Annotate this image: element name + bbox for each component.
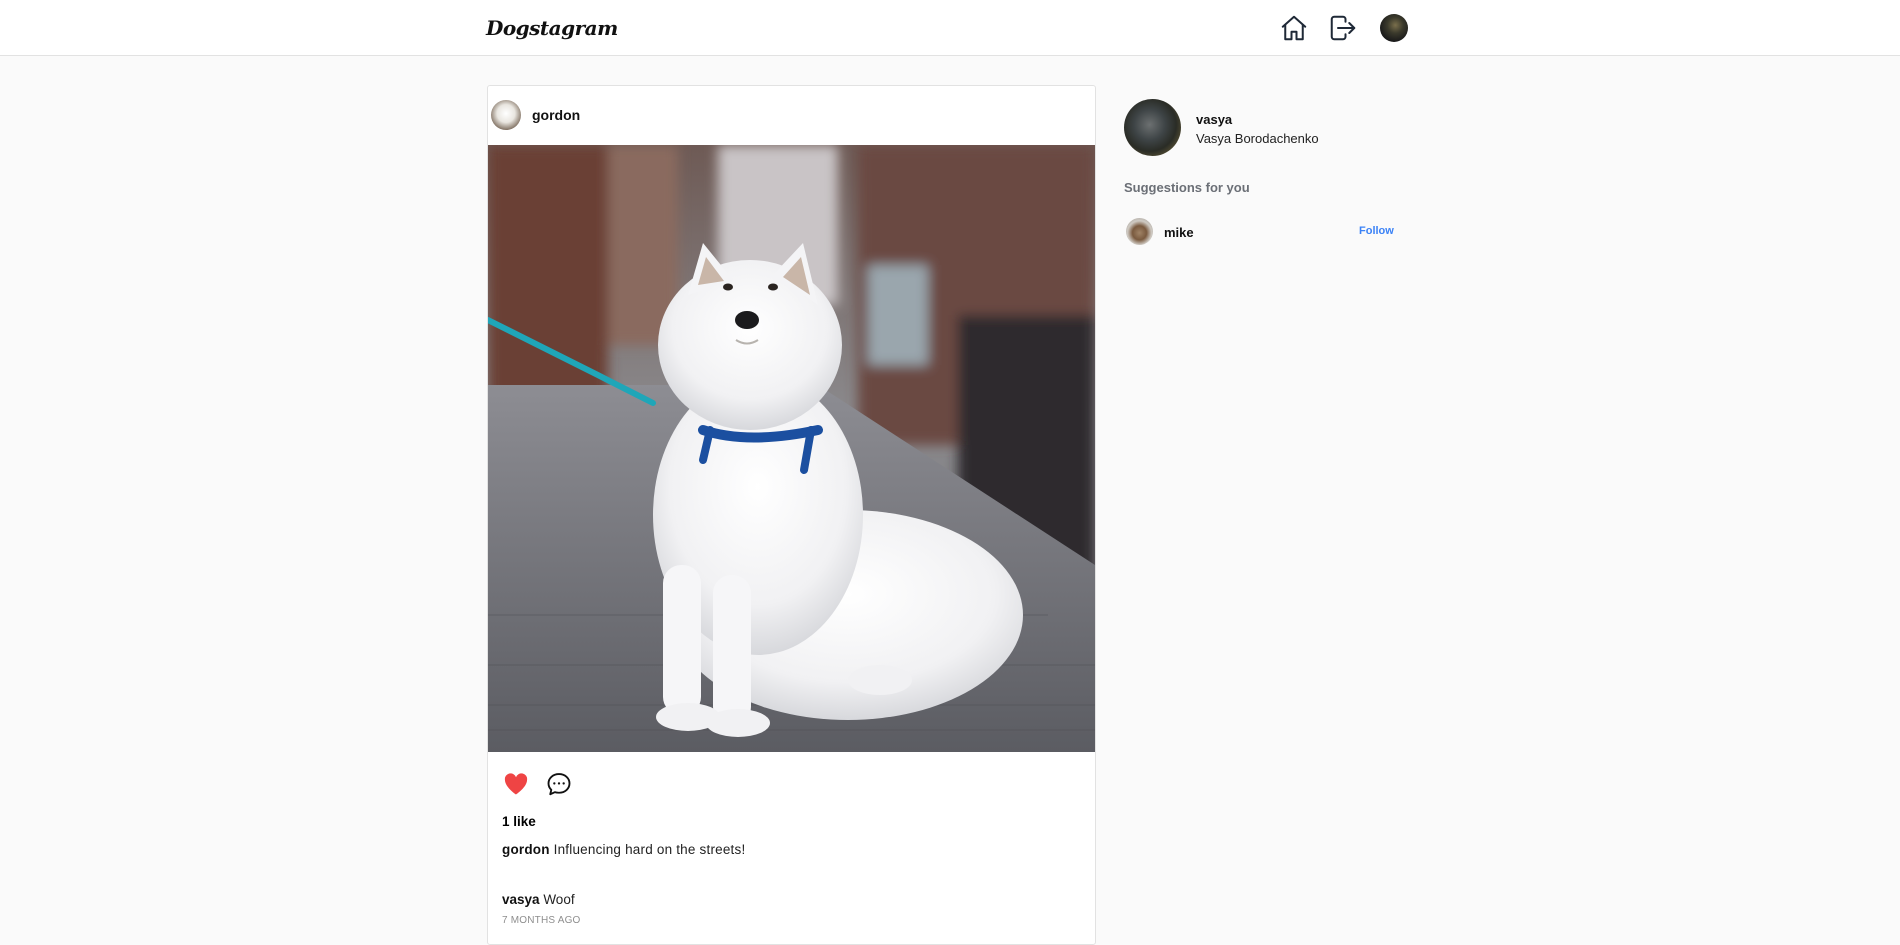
comment-text: Woof xyxy=(543,892,575,907)
suggestion-username[interactable]: mike xyxy=(1164,225,1194,240)
comment: vasya Woof xyxy=(502,892,575,907)
profile-fullname: Vasya Borodachenko xyxy=(1196,131,1319,146)
post-caption: gordon Influencing hard on the streets! xyxy=(502,842,745,857)
caption-username[interactable]: gordon xyxy=(502,842,550,857)
post-author-avatar[interactable] xyxy=(491,100,521,130)
profile-avatar[interactable] xyxy=(1124,99,1181,156)
logout-icon[interactable] xyxy=(1328,13,1358,43)
post-photo[interactable] xyxy=(488,145,1095,752)
suggestions-title: Suggestions for you xyxy=(1124,180,1250,195)
follow-button[interactable]: Follow xyxy=(1359,225,1394,237)
comment-icon[interactable] xyxy=(545,770,573,798)
post-card: gordon 1 like gordon Influencing hard on… xyxy=(487,85,1096,945)
caption-text: Influencing hard on the streets! xyxy=(553,842,746,857)
profile-username[interactable]: vasya xyxy=(1196,112,1232,127)
user-avatar[interactable] xyxy=(1380,14,1408,42)
home-icon[interactable] xyxy=(1279,13,1309,43)
heart-icon[interactable] xyxy=(502,770,530,798)
comment-username[interactable]: vasya xyxy=(502,892,540,907)
post-timestamp: 7 MONTHS AGO xyxy=(502,915,581,926)
like-count: 1 like xyxy=(502,814,536,829)
suggestion-avatar[interactable] xyxy=(1126,218,1153,245)
app-logo[interactable]: Dogstagram xyxy=(486,16,618,40)
post-header: gordon xyxy=(488,86,1095,145)
post-author-username[interactable]: gordon xyxy=(532,107,580,123)
top-header: Dogstagram xyxy=(0,0,1900,56)
samoyed-photo xyxy=(488,145,1095,752)
